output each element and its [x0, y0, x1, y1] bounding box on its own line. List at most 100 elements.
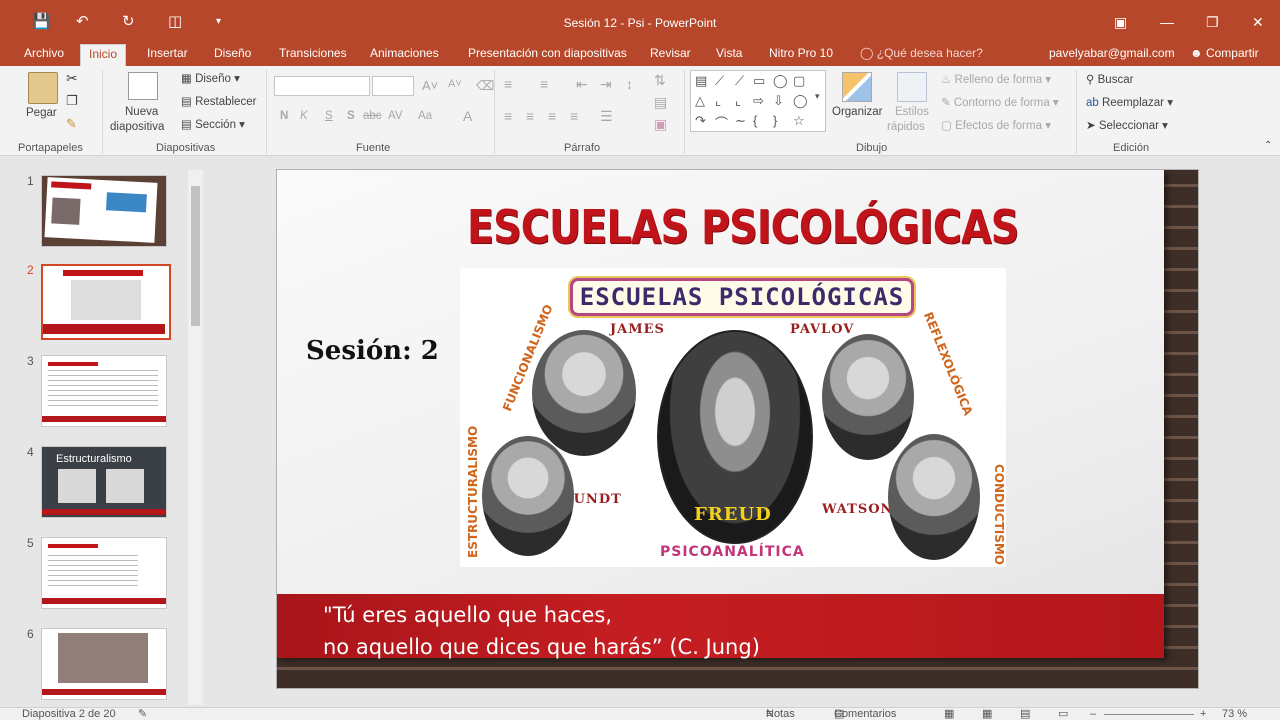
tab-animaciones[interactable]: Animaciones	[362, 44, 447, 66]
italic-button[interactable]: K	[300, 110, 308, 122]
tab-presentacion[interactable]: Presentación con diapositivas	[460, 44, 635, 66]
triangle-shape-icon[interactable]: △	[695, 93, 705, 109]
arrange-icon[interactable]	[842, 72, 872, 102]
replace-button[interactable]: ab Reemplazar ▾	[1086, 95, 1173, 109]
align-left-icon[interactable]: ≡	[504, 108, 512, 124]
quick-styles-icon[interactable]	[897, 72, 927, 102]
shape-outline-button[interactable]: ✎ Contorno de forma ▾	[941, 95, 1059, 109]
reset-button[interactable]: ▤ Restablecer	[181, 94, 256, 108]
new-slide-label-2[interactable]: diapositiva	[110, 121, 164, 133]
grow-font-icon[interactable]: A˅	[422, 78, 438, 93]
find-button[interactable]: ⚲ Buscar	[1086, 72, 1133, 86]
normal-view-icon[interactable]: ▦	[944, 708, 954, 720]
session-label[interactable]: Sesión: 2	[306, 336, 439, 366]
tab-transiciones[interactable]: Transiciones	[271, 44, 355, 66]
slide-thumbnail-6[interactable]	[41, 628, 167, 700]
slideshow-view-icon[interactable]: ▭	[1058, 708, 1068, 720]
close-icon[interactable]: ✕	[1252, 14, 1264, 31]
tab-nitro[interactable]: Nitro Pro 10	[761, 44, 841, 66]
justify-icon[interactable]: ≡	[570, 108, 578, 124]
decrease-indent-icon[interactable]: ⇤	[576, 76, 588, 93]
font-color-button[interactable]: A	[463, 108, 472, 124]
thumbnails-scrollbar[interactable]	[188, 170, 203, 705]
brace-right-icon[interactable]: }	[773, 113, 777, 128]
increase-indent-icon[interactable]: ⇥	[600, 76, 612, 93]
ribbon-display-options-icon[interactable]: ▣	[1114, 14, 1127, 31]
slide-canvas[interactable]: ESCUELAS PSICOLÓGICAS Sesión: 2 ESCUELAS…	[276, 169, 1199, 689]
tab-archivo[interactable]: Archivo	[16, 44, 72, 66]
align-right-icon[interactable]: ≡	[548, 108, 556, 124]
underline-button[interactable]: S	[325, 110, 333, 122]
brace-left-icon[interactable]: {	[753, 113, 757, 128]
maximize-icon[interactable]: ❐	[1206, 14, 1219, 31]
minimize-icon[interactable]: —	[1160, 14, 1174, 30]
slide-sorter-icon[interactable]: ▦	[982, 708, 992, 720]
format-painter-icon[interactable]: ✎	[66, 116, 77, 132]
elbow-arrow-icon[interactable]: ⌞	[735, 93, 741, 109]
layout-button[interactable]: ▦ Diseño ▾	[181, 71, 240, 85]
shrink-font-icon[interactable]: A˅	[448, 78, 462, 90]
tab-revisar[interactable]: Revisar	[642, 44, 699, 66]
section-button[interactable]: ▤ Sección ▾	[181, 117, 245, 131]
tell-me-input[interactable]: ◯ ¿Qué desea hacer?	[860, 44, 983, 62]
paste-button[interactable]: Pegar	[26, 107, 57, 119]
tab-vista[interactable]: Vista	[708, 44, 750, 66]
down-arrow-icon[interactable]: ⇩	[773, 93, 784, 109]
slide-thumbnail-1[interactable]	[41, 175, 167, 247]
smartart-icon[interactable]: ▣	[654, 116, 667, 133]
collapse-ribbon-icon[interactable]: ⌃	[1264, 140, 1272, 151]
columns-icon[interactable]: ☰	[600, 108, 613, 125]
quick-styles-label-1[interactable]: Estilos	[895, 106, 929, 118]
line-spacing-icon[interactable]: ↕	[626, 76, 633, 92]
new-slide-label-1[interactable]: Nueva	[125, 106, 158, 118]
arc-shape-icon[interactable]: ⌒	[715, 113, 728, 132]
cut-icon[interactable]: ✂	[66, 70, 78, 87]
bullets-icon[interactable]: ≡	[504, 76, 512, 92]
rounded-rect-shape-icon[interactable]: ▢	[793, 73, 805, 89]
zoom-level[interactable]: 73 %	[1222, 708, 1247, 720]
star-shape-icon[interactable]: ☆	[793, 113, 805, 129]
tab-inicio[interactable]: Inicio	[80, 44, 127, 66]
shapes-gallery[interactable]: ▤ ⟋ ⟋ ▭ ◯ ▢ △ ⌞ ⌞ ⇨ ⇩ ◯ ↷ ⌒ ∼ { } ☆ ▾	[690, 70, 826, 132]
block-arrow-icon[interactable]: ⇨	[753, 93, 764, 109]
slide-thumbnail-5[interactable]	[41, 537, 167, 609]
share-button[interactable]: ☻ Compartir	[1190, 44, 1259, 62]
tab-diseno[interactable]: Diseño	[206, 44, 259, 66]
paste-icon[interactable]	[28, 72, 58, 104]
slide-thumbnail-2[interactable]	[41, 264, 171, 340]
slide-thumbnail-4[interactable]: Estructuralismo	[41, 446, 167, 518]
shadow-button[interactable]: S	[347, 110, 355, 122]
numbering-icon[interactable]: ≡	[540, 76, 548, 92]
quote-band[interactable]: "Tú eres aquello que haces, no aquello q…	[277, 594, 1164, 659]
spell-check-icon[interactable]: ✎	[138, 708, 147, 720]
font-size-dropdown[interactable]	[372, 76, 414, 96]
select-button[interactable]: ➤ Seleccionar ▾	[1086, 118, 1168, 132]
strikethrough-button[interactable]: abc	[363, 110, 382, 122]
new-slide-icon[interactable]	[128, 72, 158, 100]
quick-styles-label-2[interactable]: rápidos	[887, 121, 925, 133]
font-name-dropdown[interactable]	[274, 76, 370, 96]
line-shape-icon[interactable]: ⟋	[715, 73, 724, 89]
character-spacing-button[interactable]: AV	[388, 110, 403, 122]
thumbnails-scrollbar-thumb[interactable]	[191, 186, 200, 326]
zoom-in-icon[interactable]: +	[1200, 708, 1206, 720]
textbox-shape-icon[interactable]: ▤	[695, 73, 707, 89]
zoom-out-icon[interactable]: –	[1090, 708, 1096, 720]
text-direction-icon[interactable]: ⇅	[654, 72, 666, 89]
curve-shape-icon[interactable]: ↷	[695, 113, 706, 129]
zoom-slider[interactable]	[1104, 714, 1194, 715]
change-case-button[interactable]: Aa	[418, 110, 432, 122]
rectangle-shape-icon[interactable]: ▭	[753, 73, 765, 89]
align-text-icon[interactable]: ▤	[654, 94, 667, 111]
copy-icon[interactable]: ❐	[66, 93, 78, 109]
arrange-button[interactable]: Organizar	[832, 106, 883, 118]
slide-title[interactable]: ESCUELAS PSICOLÓGICAS	[467, 200, 1019, 254]
reading-view-icon[interactable]: ▤	[1020, 708, 1030, 720]
account-email[interactable]: pavelyabar@gmail.com	[1049, 44, 1175, 62]
align-center-icon[interactable]: ≡	[526, 108, 534, 124]
arrow-line-shape-icon[interactable]: ⟋	[735, 73, 744, 89]
tab-insertar[interactable]: Insertar	[139, 44, 196, 66]
shape-effects-button[interactable]: ▢ Efectos de forma ▾	[941, 118, 1051, 132]
slide-thumbnail-3[interactable]	[41, 355, 167, 427]
wave-shape-icon[interactable]: ∼	[735, 113, 746, 129]
